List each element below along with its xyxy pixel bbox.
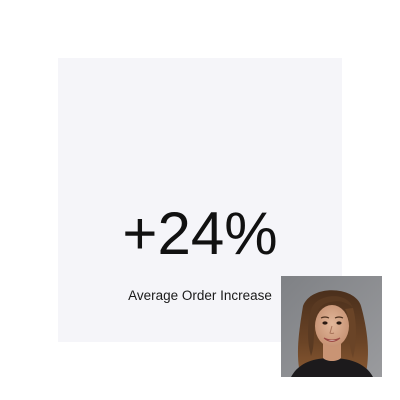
portrait-image: [281, 276, 382, 377]
testimonial-stat-tile: +24% Average Order Increase: [0, 0, 400, 400]
stat-value: +24%: [122, 200, 278, 267]
customer-portrait-photo: [281, 276, 382, 377]
